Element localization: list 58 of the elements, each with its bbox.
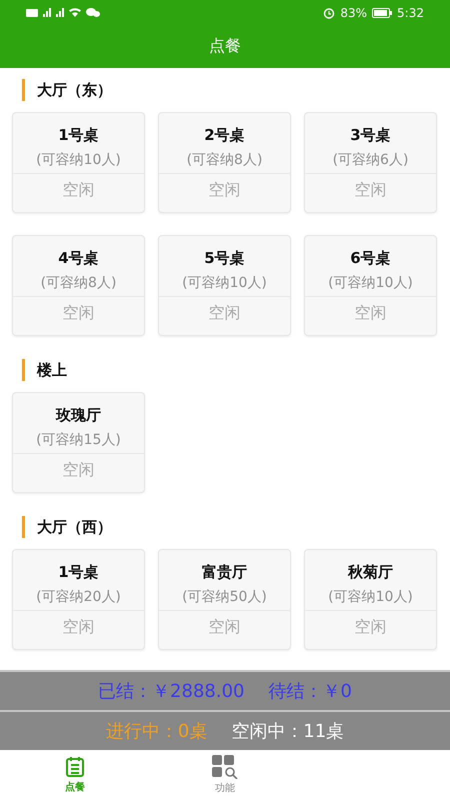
table-card[interactable]: 1号桌 (可容纳10人) 空闲 (12, 112, 145, 213)
clipboard-icon (65, 756, 85, 778)
table-capacity: (可容纳10人) (182, 274, 267, 292)
section-title: 楼上 (37, 360, 67, 380)
table-name: 4号桌 (58, 249, 99, 268)
table-capacity: (可容纳20人) (36, 588, 121, 606)
table-status: 空闲 (208, 303, 240, 324)
table-capacity: (可容纳10人) (36, 151, 121, 169)
table-status: 空闲 (354, 180, 386, 201)
table-card[interactable]: 2号桌 (可容纳8人) 空闲 (158, 112, 291, 213)
table-status: 空闲 (62, 303, 94, 324)
table-name: 3号桌 (350, 126, 391, 145)
table-card[interactable]: 秋菊厅 (可容纳10人) 空闲 (304, 549, 437, 650)
table-capacity: (可容纳15人) (36, 431, 121, 449)
table-card[interactable]: 玫瑰厅 (可容纳15人) 空闲 (12, 392, 145, 493)
table-capacity: (可容纳8人) (40, 274, 116, 292)
idle-count: 空闲中：11桌 (231, 720, 344, 743)
alarm-icon (323, 6, 336, 18)
table-name: 富贵厅 (202, 563, 247, 582)
table-status: 空闲 (354, 617, 386, 638)
table-name: 1号桌 (58, 563, 99, 582)
table-capacity: (可容纳6人) (332, 151, 408, 169)
table-capacity: (可容纳10人) (328, 588, 413, 606)
table-card[interactable]: 3号桌 (可容纳6人) 空闲 (304, 112, 437, 213)
table-capacity: (可容纳10人) (328, 274, 413, 292)
section-title: 大厅（东） (37, 80, 112, 100)
table-card[interactable]: 5号桌 (可容纳10人) 空闲 (158, 235, 291, 336)
wifi-icon (69, 8, 81, 17)
chat-icon (86, 8, 100, 17)
table-name: 6号桌 (350, 249, 391, 268)
table-name: 5号桌 (204, 249, 245, 268)
battery-icon (372, 8, 392, 18)
in-progress-count: 进行中：0桌 (106, 720, 208, 743)
signal-icon (43, 8, 51, 17)
signal-icon (56, 8, 64, 17)
table-name: 玫瑰厅 (56, 406, 101, 425)
pending-amount: 待结：￥0 (268, 680, 352, 703)
table-status: 空闲 (62, 617, 94, 638)
table-capacity: (可容纳8人) (186, 151, 262, 169)
battery-percent: 83% (340, 6, 368, 20)
table-status: 空闲 (62, 460, 94, 481)
table-name: 1号桌 (58, 126, 99, 145)
table-capacity: (可容纳50人) (182, 588, 267, 606)
table-name: 2号桌 (204, 126, 245, 145)
section-title: 大厅（西） (37, 518, 112, 536)
table-card[interactable]: 富贵厅 (可容纳50人) 空闲 (158, 549, 291, 650)
table-status: 空闲 (208, 617, 240, 638)
table-status: 空闲 (62, 180, 94, 201)
settled-amount: 已结：￥2888.00 (98, 680, 244, 703)
table-name: 秋菊厅 (348, 563, 393, 582)
table-card[interactable]: 1号桌 (可容纳20人) 空闲 (12, 549, 145, 650)
page-title: 点餐 (209, 36, 241, 57)
table-card[interactable]: 6号桌 (可容纳10人) 空闲 (304, 235, 437, 336)
table-status: 空闲 (208, 180, 240, 201)
table-status: 空闲 (354, 303, 386, 324)
grid-search-icon (211, 755, 239, 779)
clock-time: 5:32 (397, 6, 424, 20)
table-card[interactable]: 4号桌 (可容纳8人) 空闲 (12, 235, 145, 336)
